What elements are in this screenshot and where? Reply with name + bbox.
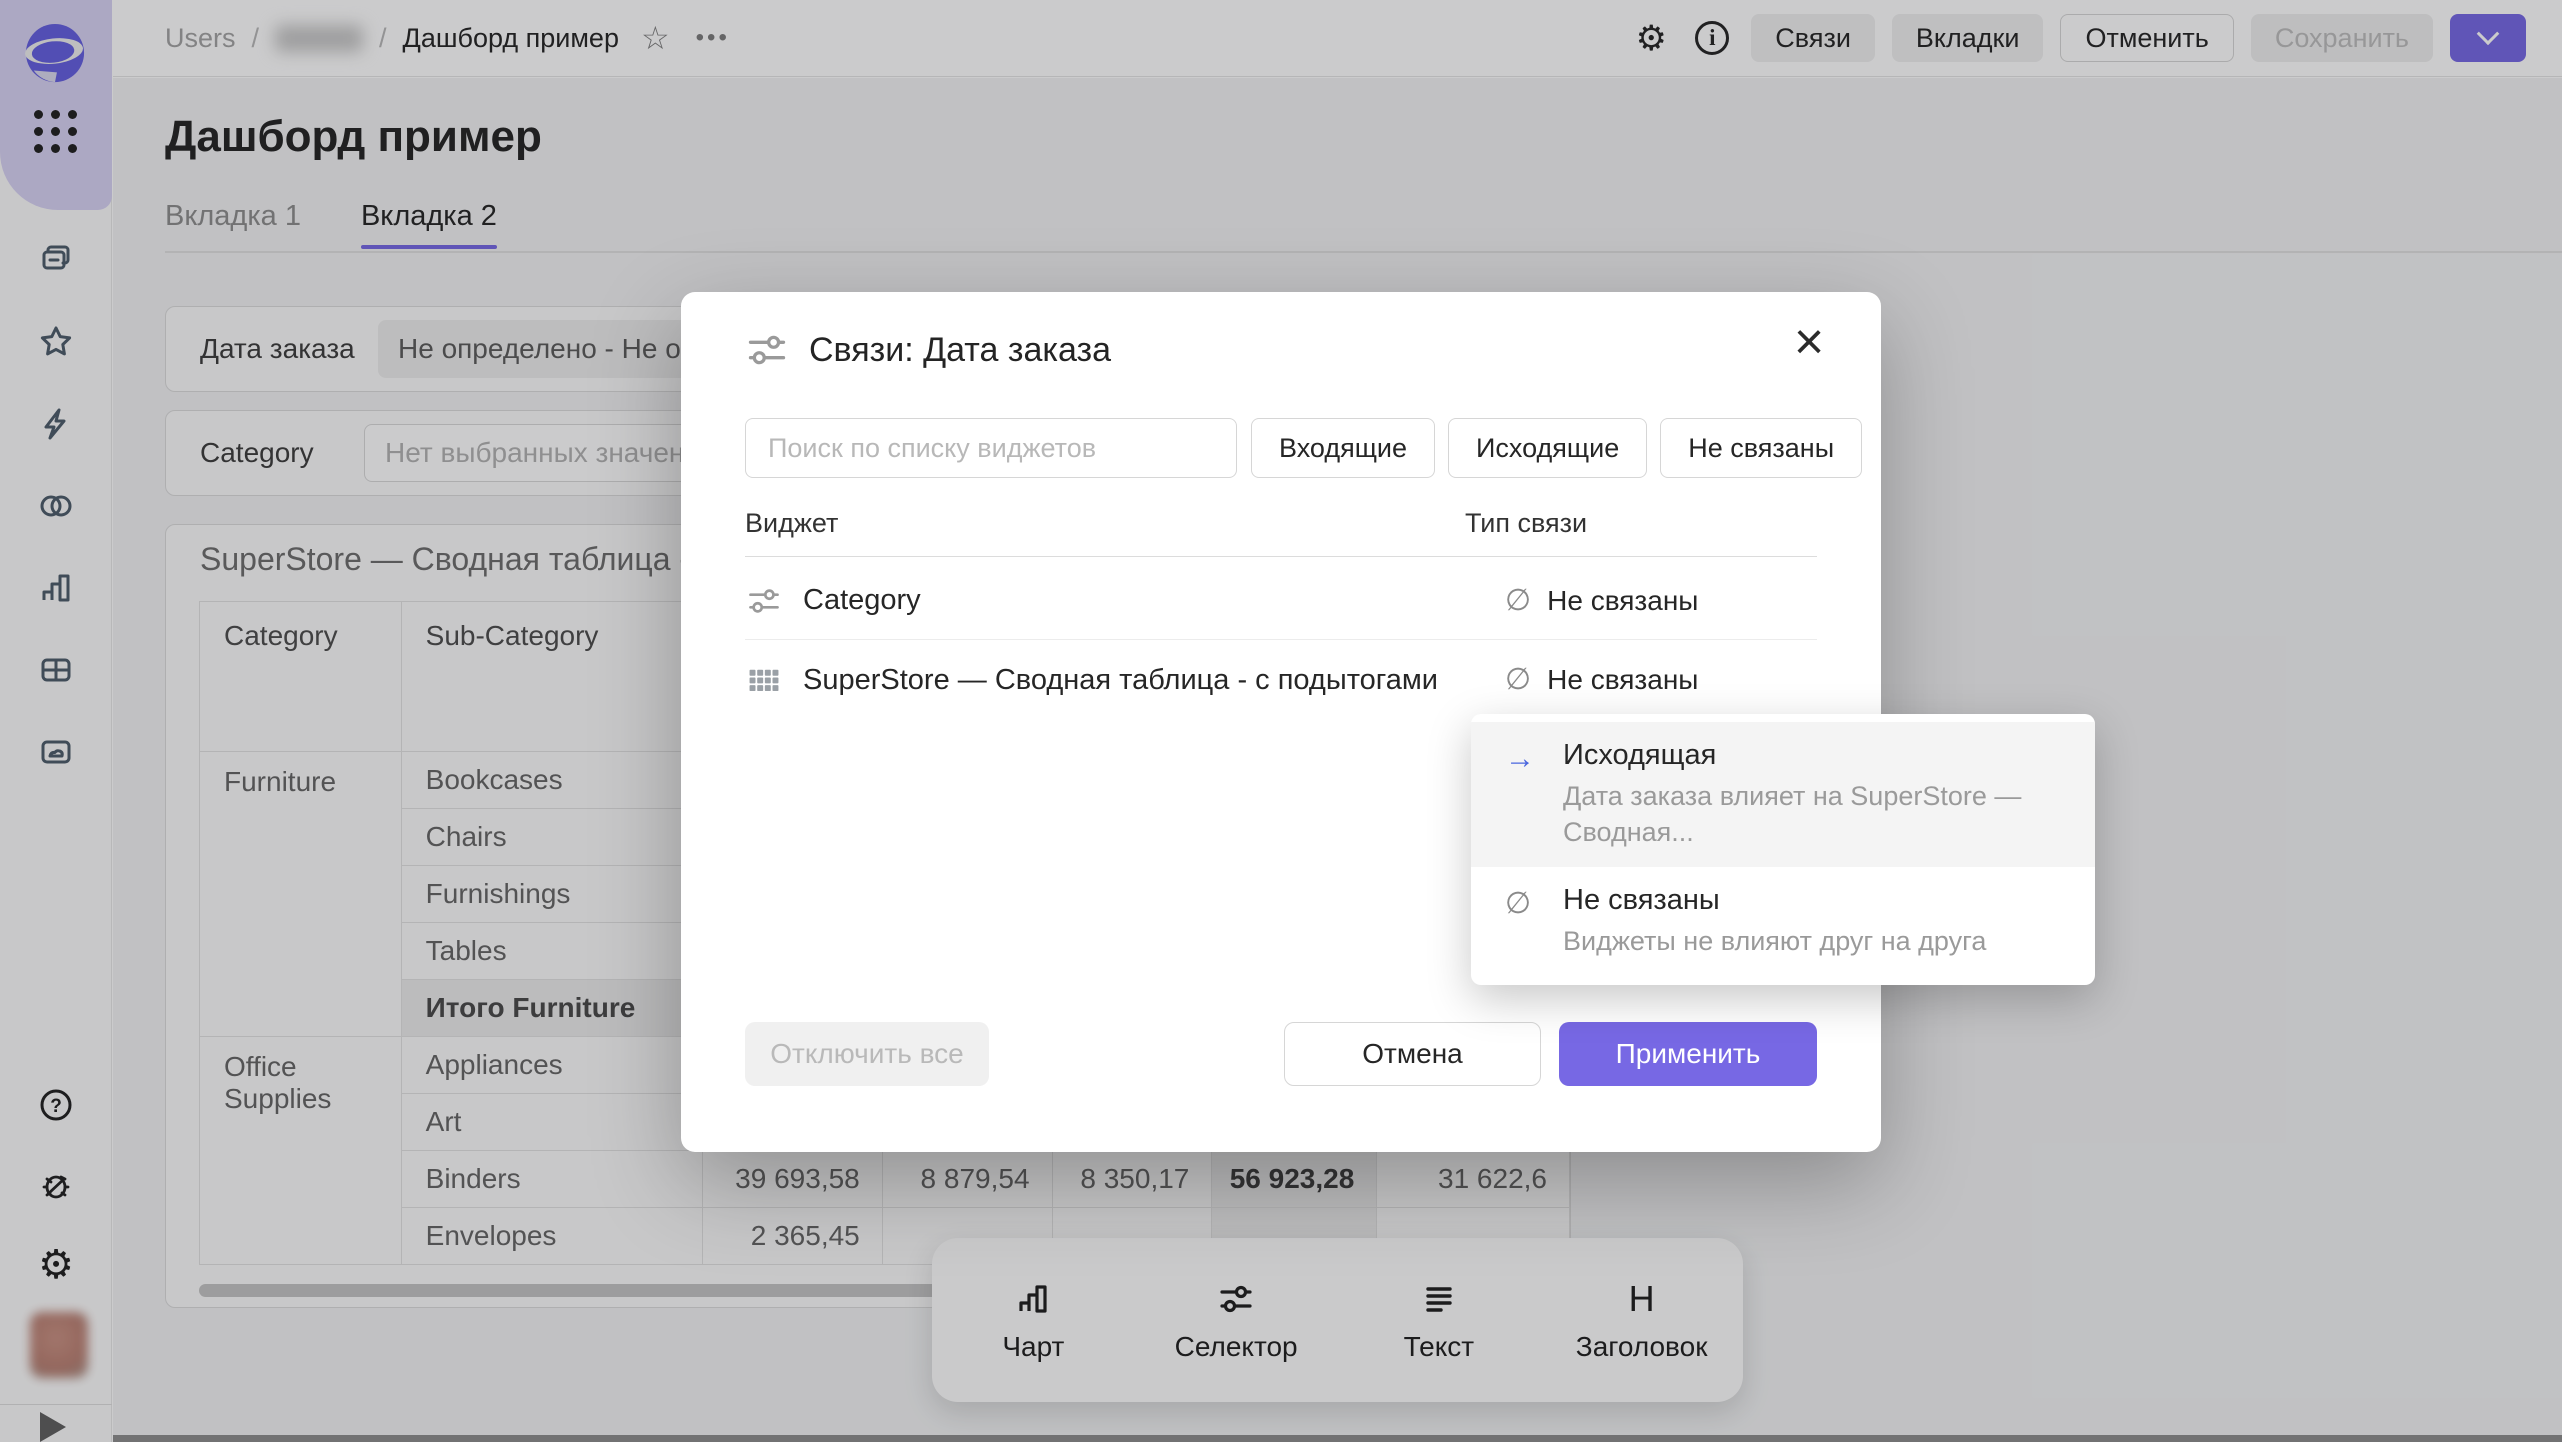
dialog-title: Связи: Дата заказа [809,331,1111,370]
unlinked-icon: ∅ [1505,884,1541,960]
option-outgoing[interactable]: → Исходящая Дата заказа влияет на SuperS… [1471,722,2095,867]
option-description: Виджеты не влияют друг на друга [1563,924,1986,960]
link-filters: Входящие Исходящие Не связаны [1251,418,1862,478]
col-link-type: Тип связи [1465,508,1587,539]
close-icon[interactable]: × [1781,314,1837,370]
pivot-table-icon [745,661,783,699]
filter-incoming-button[interactable]: Входящие [1251,418,1435,478]
cancel-button[interactable]: Отмена [1284,1022,1541,1086]
option-unlinked[interactable]: ∅ Не связаны Виджеты не влияют друг на д… [1471,867,2095,977]
col-widget: Виджет [745,508,838,538]
filter-unlinked-button[interactable]: Не связаны [1660,418,1862,478]
link-type-select[interactable]: ∅ Не связаны [1505,664,1698,696]
links-icon [745,328,789,372]
widget-name: Category [803,584,921,617]
disable-all-button[interactable]: Отключить все [745,1022,989,1086]
link-row-category: Category ∅ Не связаны [745,562,1817,640]
option-title: Не связаны [1563,884,1986,917]
link-type-dropdown: → Исходящая Дата заказа влияет на SuperS… [1471,714,2095,985]
table-header-divider [745,556,1817,557]
option-description: Дата заказа влияет на SuperStore — Сводн… [1563,779,2063,850]
link-type-select[interactable]: ∅ Не связаны [1505,585,1698,617]
widget-name: SuperStore — Сводная таблица - с подытог… [803,664,1438,697]
apply-button[interactable]: Применить [1559,1022,1817,1086]
widget-search-input[interactable] [745,418,1237,478]
links-table-header: Виджет Тип связи [745,508,1817,556]
unlinked-icon: ∅ [1505,665,1531,695]
option-title: Исходящая [1563,739,2063,772]
unlinked-icon: ∅ [1505,586,1531,616]
selector-icon [745,582,783,620]
outgoing-arrow-icon: → [1505,739,1541,850]
link-row-superstore: SuperStore — Сводная таблица - с подытог… [745,641,1817,719]
filter-outgoing-button[interactable]: Исходящие [1448,418,1647,478]
dialog-header: Связи: Дата заказа [745,328,1111,372]
